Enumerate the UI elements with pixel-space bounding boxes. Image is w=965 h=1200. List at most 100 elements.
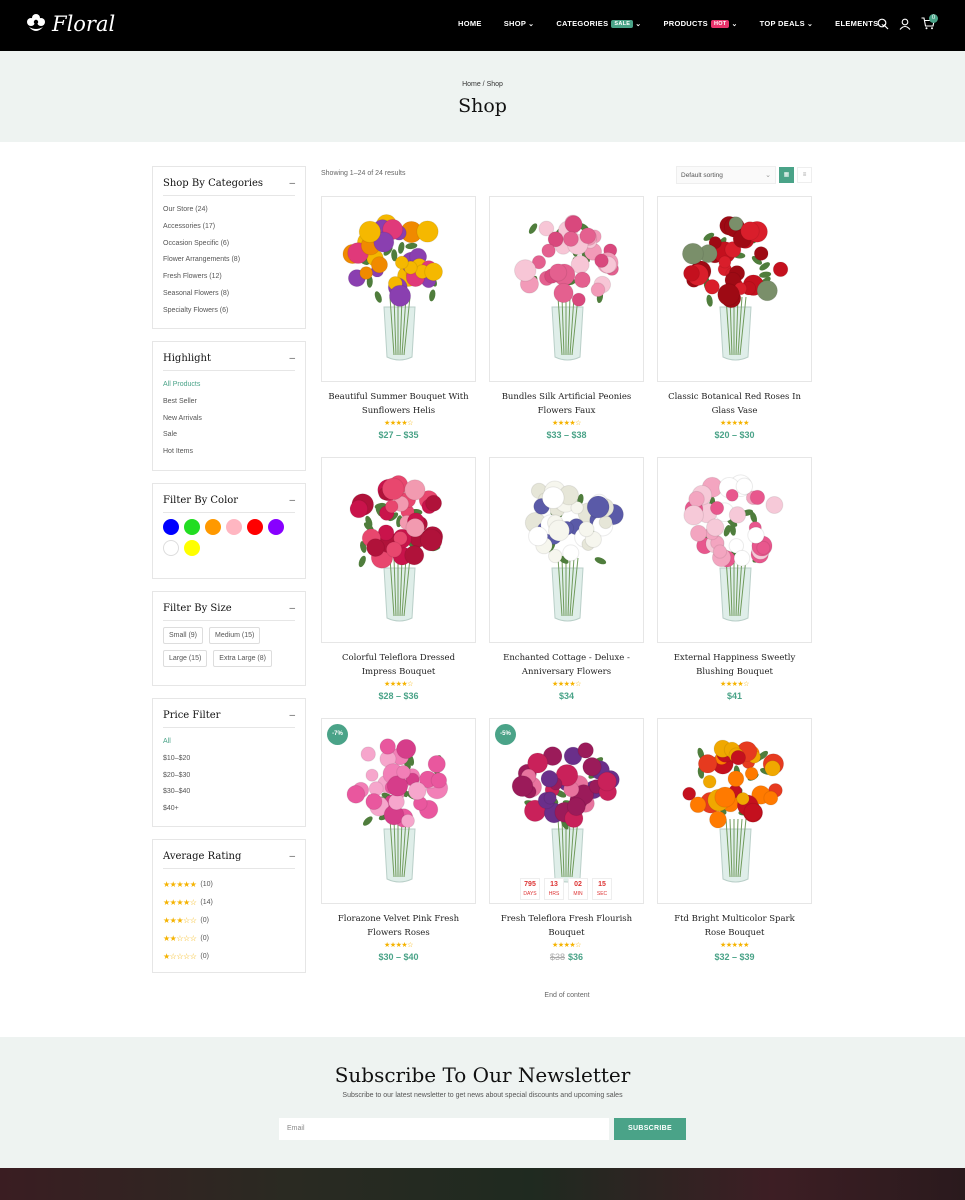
- current-price: $34: [558, 691, 575, 701]
- product-image-frame[interactable]: [657, 196, 812, 382]
- filter-item[interactable]: $20–$30: [163, 768, 295, 785]
- filter-item[interactable]: Flower Arrangements (8): [163, 252, 295, 269]
- nav-item-top-deals[interactable]: TOP DEALS ⌄: [760, 19, 814, 28]
- size-option[interactable]: Extra Large (8): [213, 650, 272, 667]
- product-name[interactable]: Colorful Teleflora Dressed Impress Bouqu…: [321, 651, 476, 679]
- nav-item-products[interactable]: PRODUCTS HOT ⌄: [663, 19, 737, 28]
- product-name[interactable]: Beautiful Summer Bouquet With Sunflowers…: [321, 390, 476, 418]
- rating-filter-row[interactable]: ★★☆☆☆ (0): [163, 929, 295, 947]
- widget-title: Average Rating: [163, 851, 242, 862]
- product-name[interactable]: Ftd Bright Multicolor Spark Rose Bouquet: [657, 912, 812, 940]
- search-icon[interactable]: [877, 18, 889, 30]
- product-name[interactable]: Classic Botanical Red Roses In Glass Vas…: [657, 390, 812, 418]
- nav-item-home[interactable]: HOME: [458, 19, 482, 28]
- list-view-button[interactable]: ≡: [797, 167, 812, 183]
- product-image: [524, 480, 624, 622]
- product-name[interactable]: Enchanted Cottage - Deluxe - Anniversary…: [489, 651, 644, 679]
- color-swatch[interactable]: [268, 519, 284, 535]
- product-card[interactable]: -7% Florazone Velvet Pink Fresh Flowers R…: [321, 718, 476, 962]
- product-image-frame[interactable]: [489, 457, 644, 643]
- color-swatch[interactable]: [163, 519, 179, 535]
- nav-item-shop[interactable]: SHOP ⌄: [504, 19, 535, 28]
- color-swatch[interactable]: [163, 540, 179, 556]
- product-name[interactable]: Florazone Velvet Pink Fresh Flowers Rose…: [321, 912, 476, 940]
- subscribe-button[interactable]: SUBSCRIBE: [614, 1118, 686, 1140]
- product-card[interactable]: -5% 795 DAYS 13 HRS 02 MIN 15 SEC Fresh Teleflora…: [489, 718, 644, 962]
- filter-item[interactable]: Sale: [163, 427, 295, 444]
- current-price: $30 – $40: [378, 952, 419, 962]
- result-count: Showing 1–24 of 24 results: [321, 170, 406, 177]
- filter-item[interactable]: $30–$40: [163, 784, 295, 801]
- color-swatch[interactable]: [184, 519, 200, 535]
- star-rating-icon: ★★★★★: [720, 420, 749, 427]
- collapse-icon[interactable]: –: [289, 603, 295, 614]
- filter-item[interactable]: Fresh Flowers (12): [163, 269, 295, 286]
- collapse-icon[interactable]: –: [289, 353, 295, 364]
- grid-view-button[interactable]: ▦: [779, 167, 794, 183]
- size-option[interactable]: Medium (15): [209, 627, 261, 644]
- current-price: $27 – $35: [378, 430, 419, 440]
- widget-categories: Shop By Categories – Our Store (24) Access…: [152, 166, 306, 329]
- product-card[interactable]: Classic Botanical Red Roses In Glass Vas…: [657, 196, 812, 440]
- brand-logo[interactable]: Floral: [26, 12, 115, 36]
- filter-item[interactable]: Hot Items: [163, 444, 295, 461]
- collapse-icon[interactable]: –: [289, 495, 295, 506]
- color-swatch[interactable]: [226, 519, 242, 535]
- rating-filter-row[interactable]: ★★★☆☆ (0): [163, 911, 295, 929]
- rating-filter-row[interactable]: ★★★★☆ (14): [163, 893, 295, 911]
- chevron-down-icon: ⌄: [731, 20, 738, 28]
- filter-item[interactable]: New Arrivals: [163, 411, 295, 428]
- page-header: Home / Shop Shop: [0, 51, 965, 142]
- product-name[interactable]: Fresh Teleflora Fresh Flourish Bouquet: [489, 912, 644, 940]
- filter-item[interactable]: Specialty Flowers (6): [163, 303, 295, 320]
- product-image-frame[interactable]: -5% 795 DAYS 13 HRS 02 MIN 15 SEC: [489, 718, 644, 904]
- filter-item[interactable]: Occasion Specific (6): [163, 236, 295, 253]
- color-swatch[interactable]: [247, 519, 263, 535]
- collapse-icon[interactable]: –: [289, 710, 295, 721]
- user-icon[interactable]: [899, 18, 911, 30]
- nav-item-categories[interactable]: CATEGORIES SALE ⌄: [556, 19, 641, 28]
- collapse-icon[interactable]: –: [289, 851, 295, 862]
- email-field[interactable]: Email: [279, 1118, 609, 1140]
- widget-price: Price Filter – All $10–$20 $20–$30 $30–$40 $4…: [152, 698, 306, 827]
- filter-item[interactable]: All Products: [163, 377, 295, 394]
- sort-select[interactable]: Default sorting ⌄: [676, 166, 776, 184]
- widget-title: Filter By Color: [163, 495, 239, 506]
- filter-item[interactable]: Seasonal Flowers (8): [163, 286, 295, 303]
- filter-item[interactable]: Our Store (24): [163, 202, 295, 219]
- size-option[interactable]: Large (15): [163, 650, 208, 667]
- current-price: $32 – $39: [714, 952, 755, 962]
- countdown-box: 15 SEC: [592, 878, 612, 900]
- product-card[interactable]: Beautiful Summer Bouquet With Sunflowers…: [321, 196, 476, 440]
- rating-filter-row[interactable]: ★☆☆☆☆ (0): [163, 947, 295, 965]
- filter-item[interactable]: All: [163, 734, 295, 751]
- rating-filter-row[interactable]: ★★★★★ (10): [163, 875, 295, 893]
- product-card[interactable]: External Happiness Sweetly Blushing Bouq…: [657, 457, 812, 701]
- product-image-frame[interactable]: [657, 718, 812, 904]
- product-image-frame[interactable]: [321, 457, 476, 643]
- current-price: $41: [726, 691, 743, 701]
- countdown-value: 02: [574, 881, 582, 888]
- product-image-frame[interactable]: [489, 196, 644, 382]
- product-price: $20 – $30: [657, 430, 812, 440]
- product-card[interactable]: Bundles Silk Artificial Peonies Flowers …: [489, 196, 644, 440]
- product-image-frame[interactable]: [321, 196, 476, 382]
- size-option[interactable]: Small (9): [163, 627, 204, 644]
- product-image: [683, 474, 784, 622]
- color-swatch[interactable]: [205, 519, 221, 535]
- breadcrumb[interactable]: Home / Shop: [0, 81, 965, 88]
- product-card[interactable]: Colorful Teleflora Dressed Impress Bouqu…: [321, 457, 476, 701]
- collapse-icon[interactable]: –: [289, 178, 295, 189]
- filter-item[interactable]: $40+: [163, 801, 295, 818]
- filter-item[interactable]: Accessories (17): [163, 219, 295, 236]
- product-name[interactable]: Bundles Silk Artificial Peonies Flowers …: [489, 390, 644, 418]
- product-image-frame[interactable]: [657, 457, 812, 643]
- filter-item[interactable]: Best Seller: [163, 394, 295, 411]
- color-swatch[interactable]: [184, 540, 200, 556]
- product-name[interactable]: External Happiness Sweetly Blushing Bouq…: [657, 651, 812, 679]
- product-card[interactable]: Ftd Bright Multicolor Spark Rose Bouquet…: [657, 718, 812, 962]
- product-card[interactable]: Enchanted Cottage - Deluxe - Anniversary…: [489, 457, 644, 701]
- top-navbar: Floral HOME SHOP ⌄ CATEGORIES SALE ⌄ PRODUCTS H…: [0, 0, 965, 51]
- product-image-frame[interactable]: -7%: [321, 718, 476, 904]
- filter-item[interactable]: $10–$20: [163, 751, 295, 768]
